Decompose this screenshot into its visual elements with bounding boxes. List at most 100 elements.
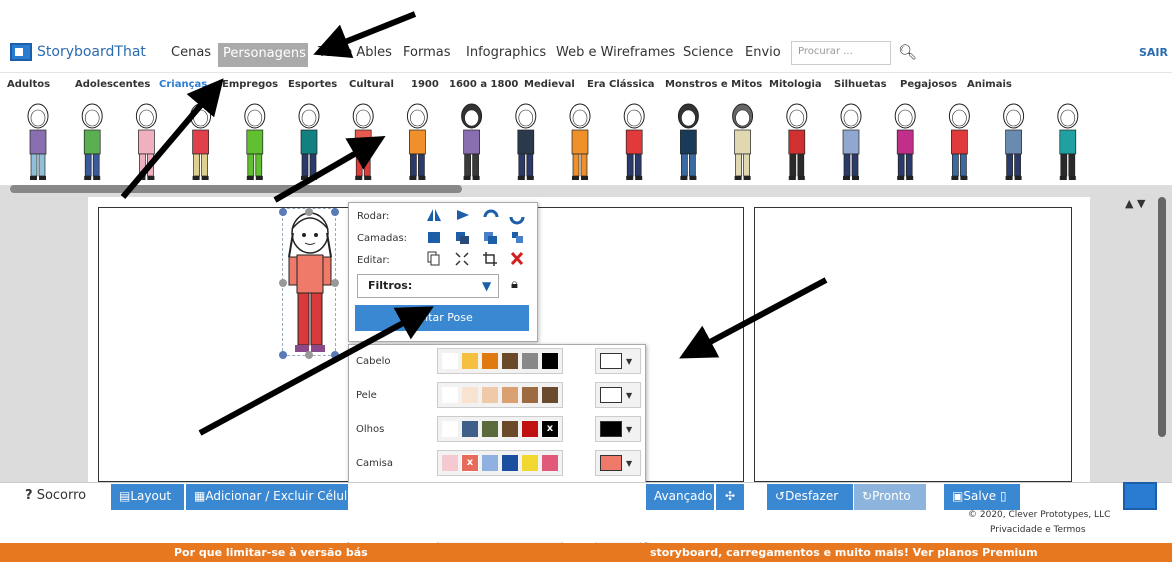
category-adultos[interactable]: Adultos	[7, 79, 50, 90]
color-swatch[interactable]	[482, 421, 498, 437]
workspace-scrollbar[interactable]	[1158, 197, 1166, 437]
character-thumbnail[interactable]	[298, 103, 320, 180]
nav-item-science[interactable]: Science	[683, 45, 733, 60]
help-button[interactable]: ? Socorro	[25, 488, 86, 503]
character-thumbnail[interactable]	[27, 103, 49, 180]
category-1600-1800[interactable]: 1600 a 1800	[449, 79, 518, 90]
layout-label: Layout	[130, 489, 172, 503]
color-swatch[interactable]	[502, 387, 518, 403]
color-swatch[interactable]: x	[541, 420, 559, 438]
character-thumbnail[interactable]	[1057, 103, 1079, 180]
layout-button[interactable]: ▤Layout	[111, 484, 184, 510]
category-animais[interactable]: Animais	[967, 79, 1012, 90]
character-thumbnail[interactable]	[948, 103, 970, 180]
character-thumbnail[interactable]	[135, 103, 157, 180]
color-swatch[interactable]	[522, 353, 538, 369]
character-thumbnail[interactable]	[406, 103, 428, 180]
nav-item-envio[interactable]: Envio	[745, 45, 781, 60]
category-pegajosos[interactable]: Pegajosos	[900, 79, 957, 90]
category-silhuetas[interactable]: Silhuetas	[834, 79, 887, 90]
character-thumbnail[interactable]	[840, 103, 862, 180]
color-swatch[interactable]	[542, 387, 558, 403]
color-swatch[interactable]	[462, 353, 478, 369]
color-swatch[interactable]	[482, 387, 498, 403]
color-swatch[interactable]	[522, 455, 538, 471]
fullscreen-button[interactable]: ✣	[716, 484, 744, 510]
category-esportes[interactable]: Esportes	[288, 79, 337, 90]
category-1900[interactable]: 1900	[411, 79, 439, 90]
edit-pose-button[interactable]: Editar Pose	[355, 305, 529, 331]
color-picker-dropdown[interactable]: ▼	[595, 450, 641, 476]
scroll-up-down-icon[interactable]: ▲ ▼	[1125, 197, 1145, 210]
color-swatch[interactable]	[442, 455, 458, 471]
promo-bar[interactable]: Por que limitar-se à versão bás storyboa…	[0, 543, 1172, 562]
category-monstros-mitos[interactable]: Monstros e Mitos	[665, 79, 762, 90]
color-picker-dropdown[interactable]: ▼	[595, 382, 641, 408]
character-thumbnail[interactable]	[623, 103, 645, 180]
character-thumbnail[interactable]	[677, 103, 699, 180]
add-remove-cells-button[interactable]: ▦Adicionar / Excluir Célula	[186, 484, 348, 510]
color-picker-dropdown[interactable]: ▼	[595, 416, 641, 442]
color-picker-dropdown[interactable]: ▼	[595, 348, 641, 374]
nav-item-infographics[interactable]: Infographics	[466, 45, 546, 60]
color-swatch[interactable]	[482, 353, 498, 369]
color-swatch[interactable]	[442, 421, 458, 437]
strip-scrollbar-thumb[interactable]	[10, 185, 462, 193]
color-swatch[interactable]: x	[461, 454, 479, 472]
color-swatch[interactable]	[542, 353, 558, 369]
color-swatch[interactable]	[522, 387, 538, 403]
nav-item-web-wireframes[interactable]: Web e Wireframes	[556, 45, 675, 60]
filters-dropdown[interactable]: Filtros:	[357, 274, 499, 298]
storyboard-icon[interactable]	[1123, 482, 1157, 510]
color-swatch[interactable]	[462, 421, 478, 437]
color-swatch[interactable]	[542, 455, 558, 471]
search-input[interactable]: Procurar ...	[791, 41, 891, 65]
color-swatch[interactable]	[442, 387, 458, 403]
color-swatch-row: x	[437, 416, 563, 442]
color-swatch[interactable]	[462, 387, 478, 403]
privacy-link[interactable]: Privacidade e Termos	[990, 525, 1086, 535]
category-adolescentes[interactable]: Adolescentes	[75, 79, 150, 90]
storyboard-cell[interactable]	[754, 207, 1072, 482]
character-thumbnail[interactable]	[461, 103, 483, 180]
nav-item-formas[interactable]: Formas	[403, 45, 451, 60]
character-thumbnail[interactable]	[894, 103, 916, 180]
popup-tool-icons[interactable]	[425, 206, 530, 268]
color-swatch[interactable]	[502, 455, 518, 471]
category-mitologia[interactable]: Mitologia	[769, 79, 822, 90]
character-thumbnail[interactable]	[81, 103, 103, 180]
save-button[interactable]: ▣Salve ▯	[944, 484, 1020, 510]
character-thumbnail[interactable]	[569, 103, 591, 180]
nav-item-cenas[interactable]: Cenas	[171, 45, 211, 60]
logout-link[interactable]: SAIR	[1139, 46, 1168, 59]
selection-handles[interactable]	[276, 205, 342, 361]
undo-label: Desfazer	[785, 489, 839, 503]
lock-icon[interactable]: 🔒︎	[511, 277, 518, 292]
category-empregos[interactable]: Empregos	[222, 79, 278, 90]
character-thumbnail[interactable]	[352, 103, 374, 180]
color-swatch[interactable]	[482, 455, 498, 471]
category-era-classica[interactable]: Era Clássica	[587, 79, 655, 90]
color-swatch[interactable]	[442, 353, 458, 369]
advanced-button[interactable]: Avançado	[646, 484, 714, 510]
nav-item-texto-ables[interactable]: Texto Ables	[318, 45, 392, 60]
color-swatch[interactable]	[502, 421, 518, 437]
character-thumbnail[interactable]	[1003, 103, 1025, 180]
character-thumbnail[interactable]	[786, 103, 808, 180]
category-criancas[interactable]: Crianças	[159, 79, 207, 90]
color-swatch[interactable]	[502, 353, 518, 369]
color-swatch[interactable]	[522, 421, 538, 437]
category-medieval[interactable]: Medieval	[524, 79, 575, 90]
character-thumbnail[interactable]	[515, 103, 537, 180]
redo-button[interactable]: ↻Pronto	[854, 484, 926, 510]
search-icon[interactable]: 🔍︎	[898, 43, 917, 61]
undo-button[interactable]: ↺Desfazer	[767, 484, 853, 510]
character-thumbnail[interactable]	[732, 103, 754, 180]
character-thumbnail[interactable]	[190, 103, 212, 180]
character-thumbnail[interactable]	[244, 103, 266, 180]
logo[interactable]: StoryboardThat	[10, 43, 146, 61]
character-strip-canvas	[27, 103, 1079, 180]
nav-item-personagens[interactable]: Personagens	[218, 43, 308, 67]
selected-color	[600, 387, 622, 403]
category-cultural[interactable]: Cultural	[349, 79, 394, 90]
